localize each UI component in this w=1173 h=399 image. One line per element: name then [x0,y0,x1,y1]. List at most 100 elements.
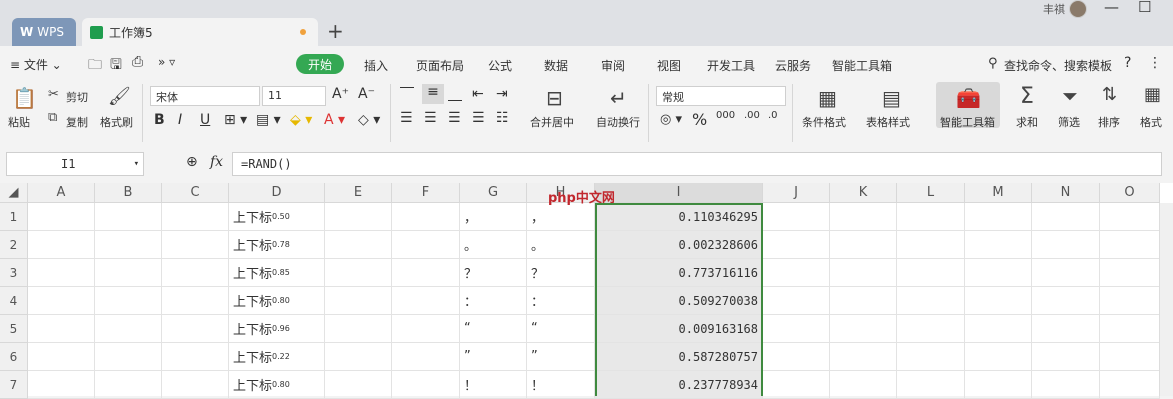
cell-h4[interactable]: ： [527,287,595,315]
cell-g5[interactable]: “ [460,315,527,343]
italic-icon[interactable]: I [178,112,182,128]
cell-c2[interactable] [162,231,229,259]
cell-e5[interactable] [325,315,392,343]
cell-m2[interactable] [965,231,1032,259]
cell-k2[interactable] [830,231,897,259]
format-cells-icon[interactable]: ▦ [1144,84,1161,105]
cell-n5[interactable] [1032,315,1100,343]
table-style-button[interactable]: 表格样式 [866,114,910,130]
menu-tab-start[interactable]: 开始 [296,54,344,74]
minimize-button[interactable]: — [1104,0,1119,16]
conditional-format-button[interactable]: 条件格式 [802,114,846,130]
cell-c4[interactable] [162,287,229,315]
cell-b7[interactable] [95,371,162,399]
menu-tab-view[interactable]: 视图 [657,57,681,74]
merge-center-button[interactable]: 合并居中 [530,114,574,130]
border-icon[interactable]: ⊞ ▾ [224,112,247,128]
more-quick-icon[interactable]: » ▿ [158,55,175,69]
column-header-g[interactable]: G [460,183,527,203]
cell-j5[interactable] [763,315,830,343]
align-left-icon[interactable]: ☰ [400,110,413,126]
cell-c6[interactable] [162,343,229,371]
maximize-button[interactable]: ☐ [1138,0,1151,16]
cell-k6[interactable] [830,343,897,371]
cell-b6[interactable] [95,343,162,371]
chevron-down-icon[interactable]: ▾ [134,159,139,169]
align-middle-icon[interactable]: ≡ [422,84,444,104]
cell-n3[interactable] [1032,259,1100,287]
table-style-icon[interactable]: ▤ [882,86,901,110]
column-header-o[interactable]: O [1100,183,1160,203]
name-box[interactable]: I1 ▾ [6,152,144,176]
new-tab-button[interactable]: + [327,19,344,43]
cell-l1[interactable] [897,203,965,231]
menu-tab-developer[interactable]: 开发工具 [707,57,755,74]
column-header-l[interactable]: L [897,183,965,203]
cell-k7[interactable] [830,371,897,399]
cell-a4[interactable] [28,287,95,315]
cell-o3[interactable] [1100,259,1160,287]
cell-b5[interactable] [95,315,162,343]
cell-d6[interactable]: 上下标 0.22 [229,343,325,371]
justify-icon[interactable]: ☰ [472,110,485,126]
cell-l2[interactable] [897,231,965,259]
avatar[interactable] [1069,0,1087,18]
column-header-c[interactable]: C [162,183,229,203]
brush-icon[interactable]: 🖌 [108,86,131,107]
column-header-e[interactable]: E [325,183,392,203]
cell-e1[interactable] [325,203,392,231]
cell-l3[interactable] [897,259,965,287]
cell-h6[interactable]: ” [527,343,595,371]
cell-d4[interactable]: 上下标 0.80 [229,287,325,315]
cell-a3[interactable] [28,259,95,287]
align-center-icon[interactable]: ☰ [424,110,437,126]
cell-l7[interactable] [897,371,965,399]
cell-n2[interactable] [1032,231,1100,259]
align-top-icon[interactable]: ⎺ [400,86,414,102]
cell-d1[interactable]: 上下标 0.50 [229,203,325,231]
cell-h2[interactable]: 。 [527,231,595,259]
increase-decimal-icon[interactable]: .00 [744,110,760,121]
align-bottom-icon[interactable]: ⎽ [448,86,462,102]
font-grow-icon[interactable]: A⁺ [332,86,349,102]
cell-h7[interactable]: ！ [527,371,595,399]
cell-i2[interactable]: 0.002328606 [595,231,763,259]
cell-n6[interactable] [1032,343,1100,371]
cell-a1[interactable] [28,203,95,231]
cell-c7[interactable] [162,371,229,399]
cell-a5[interactable] [28,315,95,343]
cell-f2[interactable] [392,231,460,259]
formula-input[interactable]: =RAND() [232,152,1162,176]
column-header-f[interactable]: F [392,183,460,203]
menu-tab-page-layout[interactable]: 页面布局 [416,57,464,74]
cell-k1[interactable] [830,203,897,231]
cell-d7[interactable]: 上下标 0.80 [229,371,325,399]
cell-a6[interactable] [28,343,95,371]
distributed-icon[interactable]: ☷ [496,110,509,126]
fill-pattern-icon[interactable]: ▤ ▾ [256,112,281,128]
cell-b2[interactable] [95,231,162,259]
font-name-select[interactable]: 宋体 [150,86,260,106]
cell-g4[interactable]: ： [460,287,527,315]
cell-m4[interactable] [965,287,1032,315]
cell-n1[interactable] [1032,203,1100,231]
cell-g3[interactable]: ？ [460,259,527,287]
merge-center-icon[interactable]: ⊟ [546,86,563,110]
cell-m3[interactable] [965,259,1032,287]
cell-l5[interactable] [897,315,965,343]
sum-icon[interactable]: Σ [1020,84,1034,109]
row-header[interactable]: 6 [0,343,28,371]
cell-d3[interactable]: 上下标 0.85 [229,259,325,287]
clear-format-icon[interactable]: ◇ ▾ [358,112,380,128]
cell-j4[interactable] [763,287,830,315]
percent-icon[interactable]: % [692,110,707,129]
column-header-j[interactable]: J [763,183,830,203]
zoom-icon[interactable]: ⊕ [186,154,198,170]
font-shrink-icon[interactable]: A⁻ [358,86,375,102]
decrease-decimal-icon[interactable]: .0 [768,110,778,121]
number-format-select[interactable]: 常规 [656,86,786,106]
cell-l6[interactable] [897,343,965,371]
cell-n4[interactable] [1032,287,1100,315]
font-size-select[interactable]: 11 [262,86,326,106]
save-icon[interactable]: 🖫 [110,54,122,78]
